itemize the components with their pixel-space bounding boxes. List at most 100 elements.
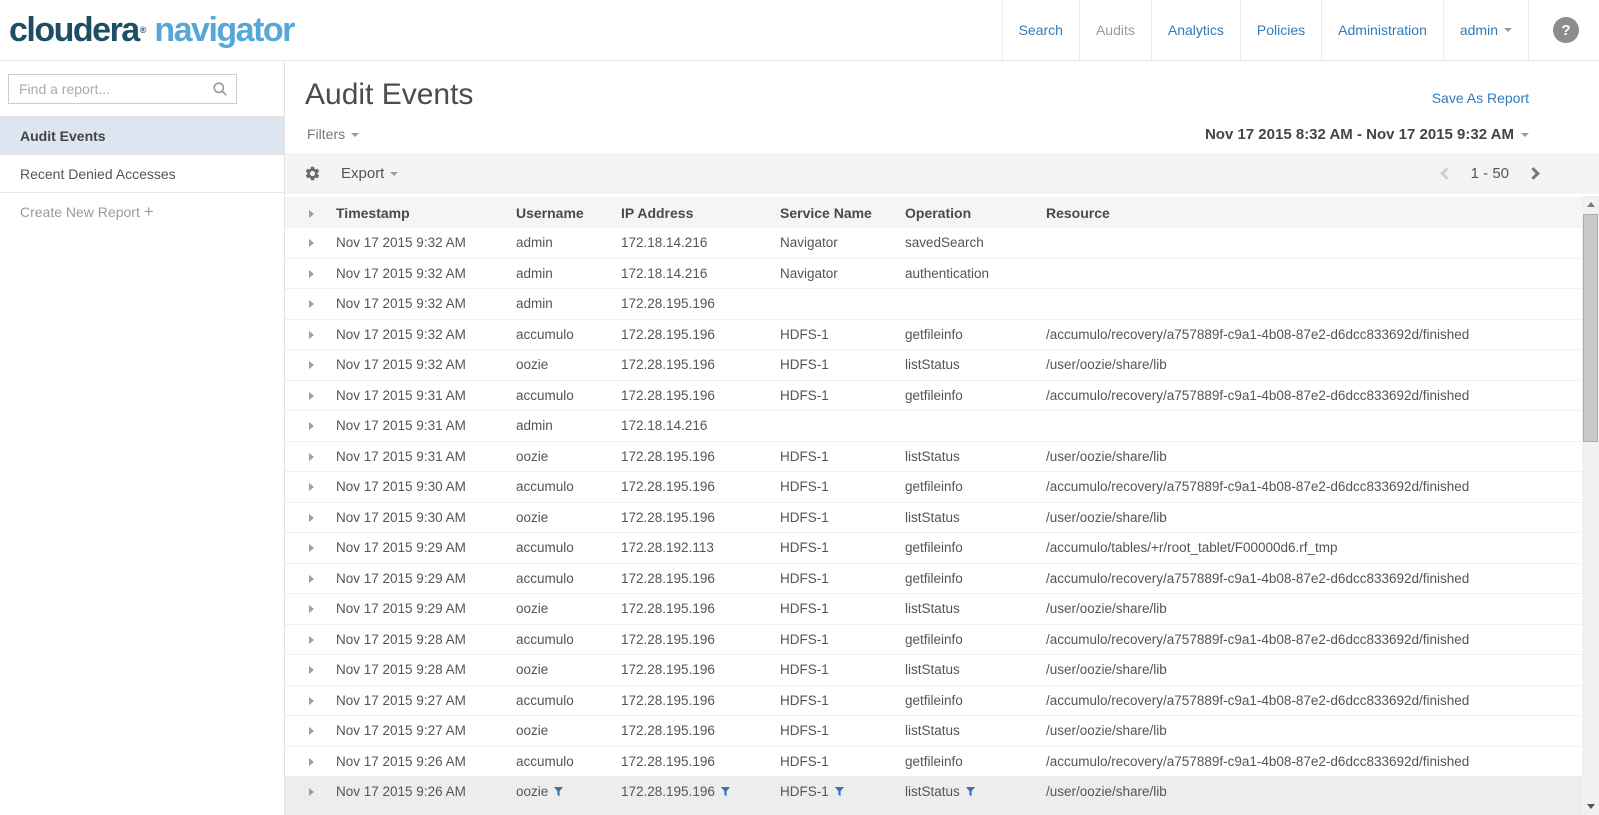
col-header-timestamp[interactable]: Timestamp	[336, 205, 516, 221]
cell-resource: /user/oozie/share/lib	[1046, 357, 1582, 372]
save-as-report-link[interactable]: Save As Report	[1432, 90, 1529, 106]
table-toolbar: Export 1 - 50	[285, 153, 1599, 194]
table-row[interactable]: Nov 17 2015 9:26 AM accumulo 172.28.195.…	[285, 747, 1582, 778]
nav-search[interactable]: Search	[1002, 0, 1079, 60]
cell-timestamp: Nov 17 2015 9:27 AM	[336, 723, 516, 738]
table-row[interactable]: Nov 17 2015 9:28 AM oozie 172.28.195.196…	[285, 655, 1582, 686]
table-row[interactable]: Nov 17 2015 9:28 AM accumulo 172.28.195.…	[285, 625, 1582, 656]
filter-icon[interactable]	[835, 785, 844, 800]
expand-row-icon[interactable]	[309, 575, 314, 583]
search-input[interactable]	[8, 74, 237, 104]
filter-icon[interactable]	[966, 785, 975, 800]
nav-audits[interactable]: Audits	[1079, 0, 1151, 60]
date-range-label: Nov 17 2015 8:32 AM - Nov 17 2015 9:32 A…	[1205, 126, 1514, 143]
scrollbar-thumb[interactable]	[1583, 214, 1598, 442]
sidebar-item-recent-denied-accesses[interactable]: Recent Denied Accesses	[0, 155, 284, 193]
table-row[interactable]: Nov 17 2015 9:32 AM admin 172.18.14.216 …	[285, 228, 1582, 259]
app-window: cloudera® navigator Search Audits Analyt…	[0, 0, 1599, 815]
expand-row-icon[interactable]	[309, 697, 314, 705]
table-row[interactable]: Nov 17 2015 9:26 AM oozie 172.28.195.196…	[285, 777, 1582, 808]
col-header-resource[interactable]: Resource	[1046, 205, 1582, 221]
nav-policies[interactable]: Policies	[1240, 0, 1321, 60]
cell-timestamp: Nov 17 2015 9:31 AM	[336, 418, 516, 433]
table-row[interactable]: Nov 17 2015 9:32 AM admin 172.18.14.216 …	[285, 259, 1582, 290]
help-icon[interactable]: ?	[1553, 17, 1579, 43]
expand-row-icon[interactable]	[309, 392, 314, 400]
cell-operation: listStatus	[905, 510, 1046, 525]
pagination: 1 - 50	[1442, 165, 1538, 182]
cell-service-name: HDFS-1	[780, 479, 905, 494]
table-row[interactable]: Nov 17 2015 9:29 AM accumulo 172.28.195.…	[285, 564, 1582, 595]
expand-row-icon[interactable]	[309, 239, 314, 247]
expand-row-icon[interactable]	[309, 422, 314, 430]
filters-dropdown[interactable]: Filters	[307, 126, 359, 142]
nav-administration[interactable]: Administration	[1321, 0, 1443, 60]
cell-operation: getfileinfo	[905, 632, 1046, 647]
col-header-operation[interactable]: Operation	[905, 205, 1046, 221]
cell-resource: /user/oozie/share/lib	[1046, 510, 1582, 525]
table-row[interactable]: Nov 17 2015 9:27 AM oozie 172.28.195.196…	[285, 716, 1582, 747]
table-row[interactable]: Nov 17 2015 9:29 AM accumulo 172.28.192.…	[285, 533, 1582, 564]
user-menu[interactable]: admin	[1443, 0, 1528, 60]
scroll-up-arrow[interactable]	[1582, 196, 1599, 213]
expand-row-icon[interactable]	[309, 636, 314, 644]
expand-row-icon[interactable]	[309, 666, 314, 674]
cell-ip-address: 172.28.195.196	[621, 784, 780, 800]
expand-row-icon[interactable]	[309, 788, 314, 796]
table-row[interactable]: Nov 17 2015 9:29 AM oozie 172.28.195.196…	[285, 594, 1582, 625]
sidebar-item-audit-events[interactable]: Audit Events	[0, 117, 284, 155]
table-row[interactable]: Nov 17 2015 9:30 AM accumulo 172.28.195.…	[285, 472, 1582, 503]
expand-row-icon[interactable]	[309, 605, 314, 613]
gear-icon[interactable]	[304, 165, 321, 182]
table-row[interactable]: Nov 17 2015 9:31 AM oozie 172.28.195.196…	[285, 442, 1582, 473]
cell-username: accumulo	[516, 754, 621, 769]
table-row[interactable]: Nov 17 2015 9:32 AM oozie 172.28.195.196…	[285, 350, 1582, 381]
table-row[interactable]: Nov 17 2015 9:32 AM admin 172.28.195.196	[285, 289, 1582, 320]
scroll-down-arrow[interactable]	[1582, 798, 1599, 815]
vertical-scrollbar[interactable]	[1582, 196, 1599, 815]
expand-row-icon[interactable]	[309, 361, 314, 369]
next-page-button[interactable]	[1527, 167, 1540, 180]
filter-icon[interactable]	[721, 785, 730, 800]
expand-row-icon[interactable]	[309, 514, 314, 522]
expand-all-icon[interactable]	[309, 210, 314, 218]
cell-ip-address: 172.28.195.196	[621, 632, 780, 647]
col-header-ip-address[interactable]: IP Address	[621, 205, 780, 221]
date-range-picker[interactable]: Nov 17 2015 8:32 AM - Nov 17 2015 9:32 A…	[1205, 126, 1529, 143]
create-new-report-button[interactable]: Create New Report+	[0, 193, 284, 231]
cell-timestamp: Nov 17 2015 9:32 AM	[336, 327, 516, 342]
cell-resource: /accumulo/recovery/a757889f-c9a1-4b08-87…	[1046, 754, 1582, 769]
cell-resource: /user/oozie/share/lib	[1046, 784, 1582, 799]
cell-username: accumulo	[516, 540, 621, 555]
export-dropdown[interactable]: Export	[341, 165, 398, 182]
table-row[interactable]: Nov 17 2015 9:31 AM admin 172.18.14.216	[285, 411, 1582, 442]
expand-row-icon[interactable]	[309, 483, 314, 491]
expand-row-icon[interactable]	[309, 758, 314, 766]
expand-row-icon[interactable]	[309, 331, 314, 339]
cell-ip-address: 172.28.195.196	[621, 510, 780, 525]
col-header-service-name[interactable]: Service Name	[780, 205, 905, 221]
cloudera-navigator-logo[interactable]: cloudera® navigator	[0, 0, 294, 60]
cell-resource: /user/oozie/share/lib	[1046, 723, 1582, 738]
cell-timestamp: Nov 17 2015 9:32 AM	[336, 235, 516, 250]
cell-service-name: HDFS-1	[780, 601, 905, 616]
nav-analytics[interactable]: Analytics	[1151, 0, 1240, 60]
cell-ip-address: 172.18.14.216	[621, 418, 780, 433]
expand-row-icon[interactable]	[309, 727, 314, 735]
cell-ip-address: 172.28.195.196	[621, 662, 780, 677]
expand-row-icon[interactable]	[309, 453, 314, 461]
filter-icon[interactable]	[554, 785, 563, 800]
table-row[interactable]: Nov 17 2015 9:27 AM accumulo 172.28.195.…	[285, 686, 1582, 717]
table-row[interactable]: Nov 17 2015 9:31 AM accumulo 172.28.195.…	[285, 381, 1582, 412]
cell-timestamp: Nov 17 2015 9:29 AM	[336, 540, 516, 555]
col-header-username[interactable]: Username	[516, 205, 621, 221]
cell-operation: getfileinfo	[905, 479, 1046, 494]
expand-row-icon[interactable]	[309, 270, 314, 278]
top-nav: Search Audits Analytics Policies Adminis…	[1002, 0, 1599, 60]
table-row[interactable]: Nov 17 2015 9:32 AM accumulo 172.28.195.…	[285, 320, 1582, 351]
expand-row-icon[interactable]	[309, 300, 314, 308]
expand-row-icon[interactable]	[309, 544, 314, 552]
table-row[interactable]: Nov 17 2015 9:30 AM oozie 172.28.195.196…	[285, 503, 1582, 534]
cell-timestamp: Nov 17 2015 9:26 AM	[336, 754, 516, 769]
prev-page-button[interactable]	[1440, 167, 1453, 180]
